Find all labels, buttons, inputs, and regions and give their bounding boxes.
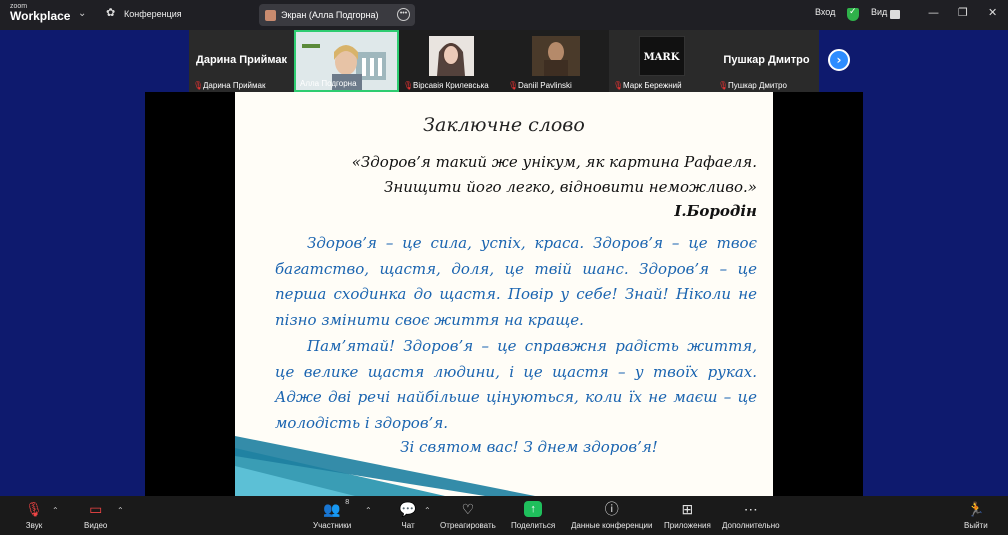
participant-name: Алла Подгорна — [300, 79, 357, 88]
apps-button[interactable]: ⊞ Приложения — [664, 499, 711, 531]
meeting-info-label: Данные конференции — [571, 521, 653, 530]
participant-name: Марк Бережний — [623, 81, 682, 90]
participants-label: Участники — [313, 521, 352, 530]
chat-button[interactable]: 💬 Чат — [398, 499, 418, 531]
shared-screen: Заключне слово «Здоров’я такий же унікум… — [145, 92, 863, 496]
apps-icon: ⊞ — [681, 500, 694, 517]
apps-label: Приложения — [664, 521, 711, 530]
slide-quote: «Здоров’я такий же унікум, як картина Ра… — [352, 150, 757, 200]
share-button[interactable]: ↑ Поделиться — [511, 499, 555, 530]
slide-paragraph: Пам’ятай! Здоров’я – це справжня радість… — [275, 337, 757, 432]
participant-tile[interactable]: 🎙 Daniil Pavlinski — [504, 30, 609, 92]
audio-options-caret-icon[interactable]: ⌃ — [52, 506, 59, 515]
next-page-button[interactable]: › — [828, 49, 850, 71]
mic-muted-icon: 🎙 — [193, 81, 204, 90]
screen-share-indicator[interactable]: Экран (Алла Подгорна) ••• — [259, 4, 415, 26]
screen-share-label: Экран (Алла Подгорна) — [281, 10, 379, 20]
more-label: Дополнительно — [722, 521, 780, 530]
video-label: Видео — [84, 521, 108, 530]
meeting-info-button[interactable]: ⓘ Данные конференции — [571, 499, 652, 530]
share-label: Поделиться — [511, 521, 556, 530]
participant-tile[interactable]: 🎙 Вірсавія Крилевська — [399, 30, 504, 92]
info-icon: ⓘ — [604, 501, 619, 517]
meeting-toolbar: 🎙 Звук ⌃ ▭ Видео ⌃ 👥 Участники 8 ⌃ 💬 Чат… — [0, 496, 1008, 535]
mic-muted-icon: 🎙 — [613, 81, 624, 90]
participant-tile[interactable]: MARK 🎙 Марк Бережний — [609, 30, 714, 92]
shield-icon[interactable] — [847, 7, 859, 21]
minimize-icon[interactable]: — — [928, 6, 939, 19]
participant-tile[interactable]: Дарина Приймак 🎙 Дарина Приймак — [189, 30, 294, 92]
participant-name: Вірсавія Крилевська — [413, 81, 489, 90]
grid-icon[interactable] — [890, 10, 900, 19]
participant-tile-active[interactable]: Алла Подгорна — [294, 30, 399, 92]
paw-icon: ✿ — [106, 7, 116, 19]
quote-line: Знищити його легко, відновити неможливо.… — [383, 178, 757, 196]
audio-label: Звук — [25, 521, 43, 530]
view-button[interactable]: Вид — [871, 7, 887, 17]
leave-icon: 🏃 — [967, 500, 985, 517]
participant-avatar-text: MARK — [643, 52, 680, 63]
react-label: Отреагировать — [440, 521, 496, 530]
conference-menu[interactable]: ✿ Конференция — [106, 7, 182, 20]
avatar — [265, 9, 276, 21]
participant-label: 🎙 Пушкар Дмитро — [718, 81, 787, 90]
more-button[interactable]: ⋯ Дополнительно — [722, 499, 780, 531]
quote-line: «Здоров’я такий же унікум, як картина Ра… — [351, 153, 757, 171]
participants-count: 8 — [345, 498, 350, 506]
close-icon[interactable]: ✕ — [988, 6, 997, 19]
heart-icon: ♡ — [461, 500, 475, 517]
mic-muted-icon: 🎙 — [25, 500, 43, 517]
participant-name: Пушкар Дмитро — [728, 81, 787, 90]
slide-paragraph: Здоров’я – це сила, успіх, краса. Здоров… — [275, 234, 757, 329]
slide-title: Заключне слово — [423, 114, 585, 136]
react-button[interactable]: ♡ Отреагировать — [440, 499, 496, 531]
participant-name: Дарина Приймак — [203, 81, 266, 90]
participant-label: 🎙 Daniil Pavlinski — [508, 81, 572, 90]
leave-label: Выйти — [964, 521, 988, 530]
mic-muted-icon: 🎙 — [508, 81, 519, 90]
participant-label: Алла Подгорна — [300, 79, 357, 88]
more-icon: ⋯ — [743, 500, 758, 517]
participant-label: 🎙 Марк Бережний — [613, 81, 682, 90]
meeting-area: Дарина Приймак 🎙 Дарина Приймак Алла Под… — [0, 30, 1008, 496]
audio-button[interactable]: 🎙 Звук — [24, 499, 44, 531]
chat-options-caret-icon[interactable]: ⌃ — [424, 506, 431, 515]
leave-button[interactable]: 🏃 Выйти — [964, 499, 988, 531]
participant-name: Daniil Pavlinski — [518, 81, 572, 90]
chat-icon: 💬 — [399, 500, 417, 517]
mic-muted-icon: 🎙 — [718, 81, 729, 90]
participant-label: 🎙 Вірсавія Крилевська — [403, 81, 489, 90]
chevron-down-icon[interactable]: ⌄ — [78, 8, 86, 19]
mic-muted-icon: 🎙 — [403, 81, 414, 90]
restore-icon[interactable]: ❐ — [958, 6, 968, 19]
logo-line2: Workplace — [10, 9, 71, 23]
video-button[interactable]: ▭ Видео — [84, 499, 108, 531]
participant-name-large: Пушкар Дмитро — [723, 54, 810, 66]
quote-author: І.Бородін — [674, 202, 757, 220]
participants-icon: 👥 — [323, 500, 341, 517]
login-button[interactable]: Вход — [815, 7, 835, 17]
presentation-slide: Заключне слово «Здоров’я такий же унікум… — [235, 92, 773, 496]
zoom-logo: zoom Workplace — [10, 3, 70, 22]
participant-tile[interactable]: Пушкар Дмитро 🎙 Пушкар Дмитро — [714, 30, 819, 92]
more-options-icon[interactable]: ••• — [397, 8, 410, 21]
share-screen-icon: ↑ — [523, 499, 543, 519]
participant-label: 🎙 Дарина Приймак — [193, 81, 265, 90]
participant-name-large: Дарина Приймак — [195, 54, 288, 66]
video-options-caret-icon[interactable]: ⌃ — [117, 506, 124, 515]
participants-options-caret-icon[interactable]: ⌃ — [365, 506, 372, 515]
chat-label: Чат — [401, 521, 415, 530]
title-bar: zoom Workplace ⌄ ✿ Конференция Экран (Ал… — [0, 0, 1008, 30]
slide-decoration — [235, 436, 535, 496]
conference-label: Конференция — [124, 8, 182, 19]
video-off-icon: ▭ — [89, 500, 103, 517]
video-strip: Дарина Приймак 🎙 Дарина Приймак Алла Под… — [189, 30, 819, 92]
